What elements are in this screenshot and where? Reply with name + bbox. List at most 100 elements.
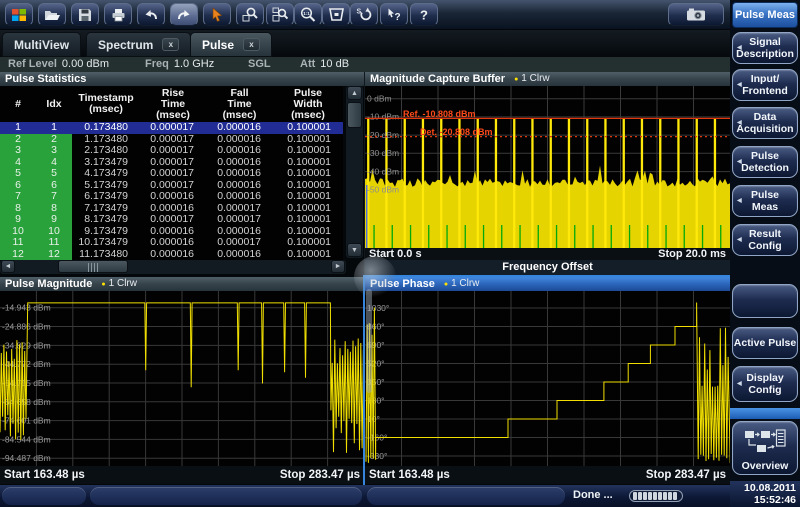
signal-description-softkey[interactable]: ◀Signal Description bbox=[732, 32, 798, 64]
magnitude-capture-plot: 0 dBm-10 dBm-20 dBm-30 dBm-40 dBm-50 dBm… bbox=[365, 86, 730, 248]
data-acquisition-softkey[interactable]: ◀Data Acquisition bbox=[732, 107, 798, 139]
table-cell: 10.173479 bbox=[72, 237, 140, 249]
pulse-meas-softkey[interactable]: ◀Pulse Meas bbox=[732, 185, 798, 217]
display-config-softkey[interactable]: ◀Display Config bbox=[732, 366, 798, 402]
progress-segment bbox=[638, 492, 642, 500]
window-edge-scrollbar[interactable] bbox=[366, 289, 372, 393]
print-icon bbox=[111, 8, 126, 22]
select-pointer-icon bbox=[211, 7, 223, 22]
table-cell: 1 bbox=[0, 122, 36, 134]
date-text: 10.08.2011 bbox=[730, 482, 796, 494]
pulse-magnitude-titlebar[interactable]: Pulse Magnitude●1 Clrw bbox=[0, 277, 364, 291]
x-stop-label: Stop 283.47 µs bbox=[280, 469, 360, 481]
table-cell: 0.000016 bbox=[206, 122, 273, 134]
x-stop-label: Stop 283.47 µs bbox=[646, 469, 726, 481]
tab-multiview[interactable]: MultiView bbox=[2, 32, 81, 57]
pulse-statistics-titlebar[interactable]: Pulse Statistics bbox=[0, 72, 364, 86]
table-cell: 7 bbox=[0, 191, 36, 203]
measurement-info-bar: Ref Level0.00 dBm Freq1.0 GHz SGL Att10 … bbox=[0, 57, 730, 72]
close-tab-icon[interactable]: x bbox=[162, 38, 179, 51]
datetime-display: 10.08.2011 15:52:46 bbox=[730, 481, 800, 507]
zoom-select-icon bbox=[242, 7, 258, 22]
table-cell: 0.000017 bbox=[140, 145, 206, 157]
trace-legend: 1 Clrw bbox=[521, 74, 549, 84]
table-row[interactable]: 554.1734790.0000170.0000160.100001 bbox=[0, 168, 343, 180]
pulse-statistics-window: Pulse Statistics #IdxTimestamp (msec)Ris… bbox=[0, 72, 364, 277]
collapse-arrow-icon: ◀ bbox=[737, 79, 742, 91]
svg-text:-94.487 dBm: -94.487 dBm bbox=[2, 453, 51, 463]
result-config-softkey[interactable]: ◀Result Config bbox=[732, 224, 798, 256]
column-header: Fall Time (msec) bbox=[206, 86, 273, 122]
softkey-label: Pulse Detection bbox=[741, 150, 789, 174]
table-cell: 0.000016 bbox=[206, 249, 273, 261]
pulse-phase-plot: 1030°860°690°520°350°180°10°-160°-330° bbox=[365, 291, 730, 466]
table-row[interactable]: 111110.1734790.0000160.0000170.100001 bbox=[0, 237, 343, 249]
zoom-1-1-button[interactable]: 1:1 bbox=[294, 3, 322, 26]
context-help-button[interactable]: ? bbox=[380, 3, 408, 26]
undo-button[interactable] bbox=[137, 3, 165, 26]
time-text: 15:52:46 bbox=[730, 494, 796, 506]
table-vertical-scrollbar[interactable]: ▲ ▼ bbox=[346, 86, 363, 258]
table-cell: 6.173479 bbox=[72, 191, 140, 203]
zoom-multiple-button[interactable] bbox=[266, 3, 294, 26]
save-button[interactable] bbox=[71, 3, 99, 26]
table-horizontal-scrollbar[interactable]: ◄ ► bbox=[0, 260, 346, 274]
tab-pulse[interactable]: Pulsex bbox=[190, 32, 272, 57]
magnitude-capture-window: Magnitude Capture Buffer●1 Clrw 0 dBm-10… bbox=[365, 72, 730, 277]
single-sweep-button[interactable]: S bbox=[350, 3, 378, 26]
table-row[interactable]: 110.1734800.0000170.0000160.100001 bbox=[0, 122, 343, 134]
ref-level-value: 0.00 dBm bbox=[62, 58, 109, 70]
display-button[interactable] bbox=[322, 3, 350, 26]
redo-button[interactable] bbox=[170, 3, 198, 26]
svg-text:?: ? bbox=[394, 12, 400, 22]
screenshot-camera-button[interactable] bbox=[668, 3, 724, 26]
open-button[interactable] bbox=[38, 3, 66, 26]
pulse-magnitude-window: Pulse Magnitude●1 Clrw -14.943 dBm-24.88… bbox=[0, 277, 364, 485]
scroll-right-icon[interactable]: ► bbox=[331, 260, 345, 273]
table-row[interactable]: 332.1734800.0000170.0000160.100001 bbox=[0, 145, 343, 157]
column-header: Idx bbox=[36, 86, 72, 122]
svg-text:-34.829 dBm: -34.829 dBm bbox=[2, 340, 51, 350]
window-splitter-handle[interactable] bbox=[354, 256, 396, 298]
trace-legend-dot: ● bbox=[101, 281, 105, 288]
scroll-down-icon[interactable]: ▼ bbox=[347, 243, 362, 257]
zoom-select-button[interactable] bbox=[236, 3, 264, 26]
pulse-phase-titlebar[interactable]: Pulse Phase●1 Clrw bbox=[365, 277, 730, 291]
overview-softkey[interactable]: Overview bbox=[732, 421, 798, 475]
table-row[interactable]: 998.1734790.0000170.0000170.100001 bbox=[0, 214, 343, 226]
app-root: 1:1 S ? ? MultiView Spectrumx Pulsex Ref… bbox=[0, 0, 800, 507]
zoom-multiple-icon bbox=[272, 7, 288, 22]
table-cell: 0.100001 bbox=[273, 249, 343, 261]
table-row[interactable]: 121211.1734800.0000160.0000160.100001 bbox=[0, 249, 343, 261]
tab-spectrum[interactable]: Spectrumx bbox=[86, 32, 191, 57]
scroll-up-icon[interactable]: ▲ bbox=[347, 86, 362, 100]
overview-flow-icon bbox=[744, 429, 786, 458]
magnitude-capture-titlebar[interactable]: Magnitude Capture Buffer●1 Clrw bbox=[365, 72, 730, 86]
svg-text:-40 dBm: -40 dBm bbox=[367, 166, 399, 176]
collapse-arrow-icon: ◀ bbox=[737, 156, 742, 168]
table-cell: 0.000017 bbox=[206, 214, 273, 226]
active-pulse-softkey[interactable]: Active Pulse bbox=[732, 327, 798, 359]
status-segment bbox=[367, 487, 565, 505]
scroll-left-icon[interactable]: ◄ bbox=[1, 260, 15, 273]
input-frontend-softkey[interactable]: ◀Input/ Frontend bbox=[732, 69, 798, 101]
help-button[interactable]: ? bbox=[410, 3, 438, 26]
softkey-label: Display Config bbox=[746, 372, 783, 396]
table-row[interactable]: 776.1734790.0000160.0000160.100001 bbox=[0, 191, 343, 203]
pulse-phase-window: Pulse Phase●1 Clrw 1030°860°690°520°350°… bbox=[365, 277, 730, 485]
horizontal-scroll-thumb[interactable] bbox=[58, 260, 128, 273]
blank-softkey[interactable] bbox=[732, 284, 798, 318]
close-tab-icon[interactable]: x bbox=[243, 38, 260, 51]
pulse-detection-softkey[interactable]: ◀Pulse Detection bbox=[732, 146, 798, 178]
table-cell: 0.000016 bbox=[206, 145, 273, 157]
table-cell: 0.000017 bbox=[140, 122, 206, 134]
status-segment bbox=[2, 487, 86, 505]
frequency-offset-bar[interactable]: Frequency Offset bbox=[365, 260, 730, 275]
select-pointer-button[interactable] bbox=[203, 3, 231, 26]
vertical-scroll-thumb[interactable] bbox=[347, 102, 362, 128]
single-sweep-icon: S bbox=[356, 7, 372, 22]
windows-start-button[interactable] bbox=[5, 3, 33, 26]
table-cell: 0.000016 bbox=[140, 249, 206, 261]
window-title: Magnitude Capture Buffer bbox=[370, 74, 505, 85]
print-button[interactable] bbox=[104, 3, 132, 26]
